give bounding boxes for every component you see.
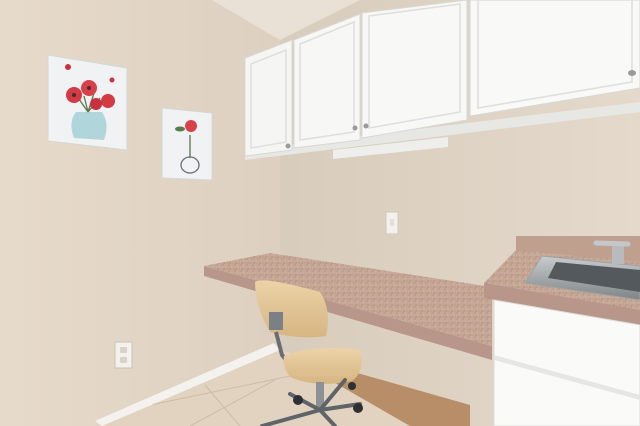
- light-switch: [385, 211, 399, 235]
- wall-outlet: [114, 341, 133, 369]
- room-scene: [0, 0, 640, 426]
- sink-counter: [484, 236, 640, 426]
- single-flower-painting: [161, 107, 213, 181]
- poppy-painting: [47, 54, 128, 151]
